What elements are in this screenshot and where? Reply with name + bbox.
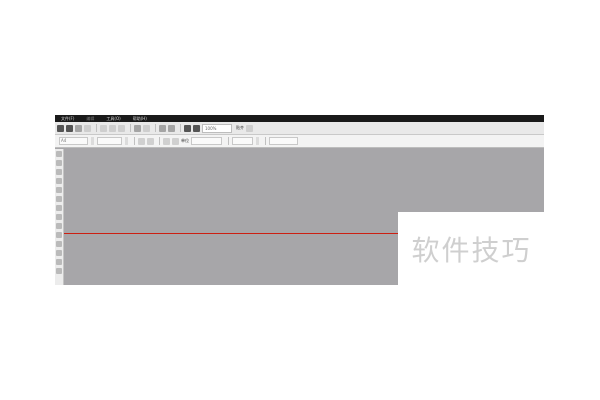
application-launcher-icon[interactable] <box>184 124 191 132</box>
units-select[interactable] <box>191 137 222 145</box>
toolbar-separator <box>159 137 160 145</box>
toolbar-separator <box>96 124 97 132</box>
copy-icon[interactable] <box>109 124 116 132</box>
pick-tool-icon[interactable] <box>56 151 62 157</box>
cut-icon[interactable] <box>100 124 107 132</box>
toolbar-separator <box>265 137 266 145</box>
menu-bar: 文件(F) 编辑 工具(O) 帮助(H) <box>55 115 544 122</box>
welcome-screen-icon[interactable] <box>193 124 200 132</box>
paste-icon[interactable] <box>118 124 125 132</box>
page-width-spinner[interactable] <box>91 137 94 145</box>
smart-fill-tool-icon[interactable] <box>56 196 62 202</box>
menu-edit[interactable]: 编辑 <box>80 115 100 122</box>
toolbox <box>55 149 64 285</box>
print-icon[interactable] <box>84 124 91 132</box>
import-icon[interactable] <box>159 124 166 132</box>
menu-tools[interactable]: 工具(O) <box>100 115 126 122</box>
connector-tool-icon[interactable] <box>56 259 62 265</box>
save-icon[interactable] <box>75 124 82 132</box>
text-tool-icon[interactable] <box>56 232 62 238</box>
toolbar-separator <box>155 124 156 132</box>
shape-tool-icon[interactable] <box>56 160 62 166</box>
watermark: 软件技巧 <box>398 212 545 285</box>
export-icon[interactable] <box>168 124 175 132</box>
undo-icon[interactable] <box>134 124 141 132</box>
new-document-icon[interactable] <box>57 124 64 132</box>
options-icon[interactable] <box>246 124 253 132</box>
crop-tool-icon[interactable] <box>56 169 62 175</box>
landscape-icon[interactable] <box>147 137 154 145</box>
freehand-tool-icon[interactable] <box>56 187 62 193</box>
standard-toolbar: 100% 贴齐 <box>55 122 544 135</box>
nudge-spinner[interactable] <box>256 137 259 145</box>
toolbar-separator <box>228 137 229 145</box>
page-dimensions-field[interactable] <box>97 137 122 145</box>
dimension-tool-icon[interactable] <box>56 250 62 256</box>
zoom-tool-icon[interactable] <box>56 178 62 184</box>
page: 文件(F) 编辑 工具(O) 帮助(H) 100% 贴齐 A4 单位 软件技巧 <box>0 0 600 400</box>
current-page-icon[interactable] <box>172 137 179 145</box>
interactive-tool-icon[interactable] <box>56 268 62 274</box>
rectangle-tool-icon[interactable] <box>56 205 62 211</box>
page-size-select[interactable]: A4 <box>59 137 88 145</box>
portrait-icon[interactable] <box>138 137 145 145</box>
menu-file[interactable]: 文件(F) <box>55 115 80 122</box>
snap-to-dropdown[interactable]: 贴齐 <box>236 125 244 131</box>
open-folder-icon[interactable] <box>66 124 73 132</box>
duplicate-distance-field[interactable] <box>269 137 298 145</box>
property-bar: A4 单位 <box>55 135 544 148</box>
toolbar-separator <box>134 137 135 145</box>
table-tool-icon[interactable] <box>56 241 62 247</box>
zoom-level-select[interactable]: 100% <box>202 123 232 133</box>
menu-help[interactable]: 帮助(H) <box>127 115 153 122</box>
toolbar-separator <box>130 124 131 132</box>
ellipse-tool-icon[interactable] <box>56 214 62 220</box>
page-height-spinner[interactable] <box>125 137 128 145</box>
units-label: 单位 <box>181 138 189 143</box>
all-pages-icon[interactable] <box>163 137 170 145</box>
watermark-text: 软件技巧 <box>411 233 532 267</box>
redo-icon[interactable] <box>143 124 150 132</box>
nudge-distance-field[interactable] <box>232 137 253 145</box>
polygon-tool-icon[interactable] <box>56 223 62 229</box>
toolbar-separator <box>180 124 181 132</box>
